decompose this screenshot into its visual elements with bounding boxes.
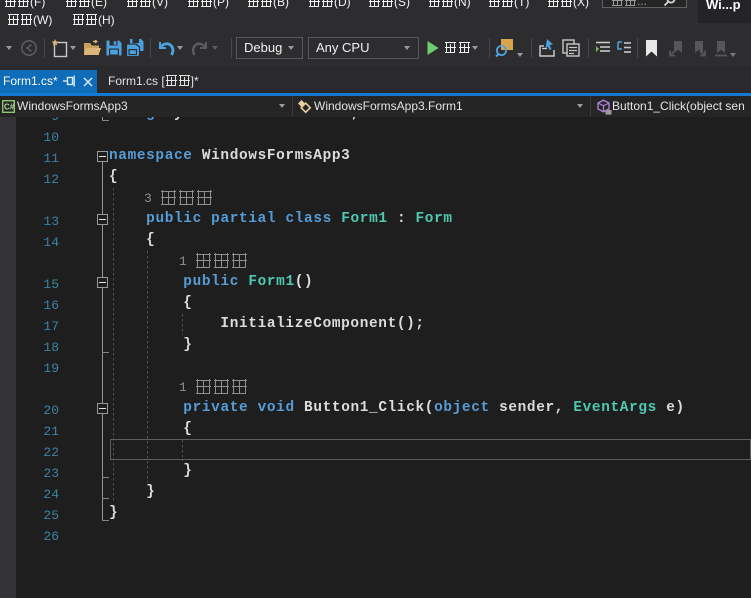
svg-text:C#: C# xyxy=(4,103,15,112)
